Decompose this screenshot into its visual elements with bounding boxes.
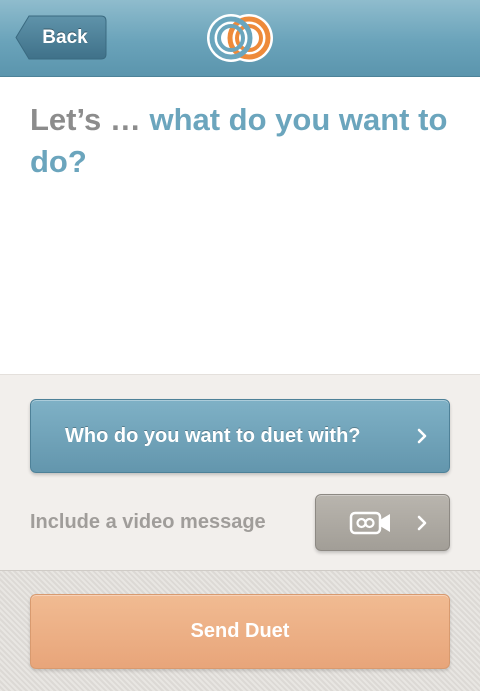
back-button-label: Back [42,26,88,48]
send-duet-button[interactable]: Send Duet [30,594,450,669]
video-camera-icon [349,511,390,535]
headline-lead: Let’s … [30,102,141,137]
video-message-label: Include a video message [30,511,266,533]
chevron-right-icon [417,515,427,530]
main-content: Let’s … what do you want to do? [0,77,480,374]
navigation-bar: Back [0,0,480,77]
duet-rings-logo-icon [207,14,273,62]
back-button[interactable]: Back [15,15,107,60]
page-headline: Let’s … what do you want to do? [30,99,450,183]
chevron-right-icon [417,428,427,444]
footer-bar: Send Duet [0,570,480,691]
choose-duet-partner-label: Who do you want to duet with? [65,424,361,447]
choose-duet-partner-button[interactable]: Who do you want to duet with? [30,399,450,473]
video-message-button[interactable] [315,494,450,551]
send-duet-label: Send Duet [190,620,290,642]
options-panel: Who do you want to duet with? Include a … [0,374,480,571]
